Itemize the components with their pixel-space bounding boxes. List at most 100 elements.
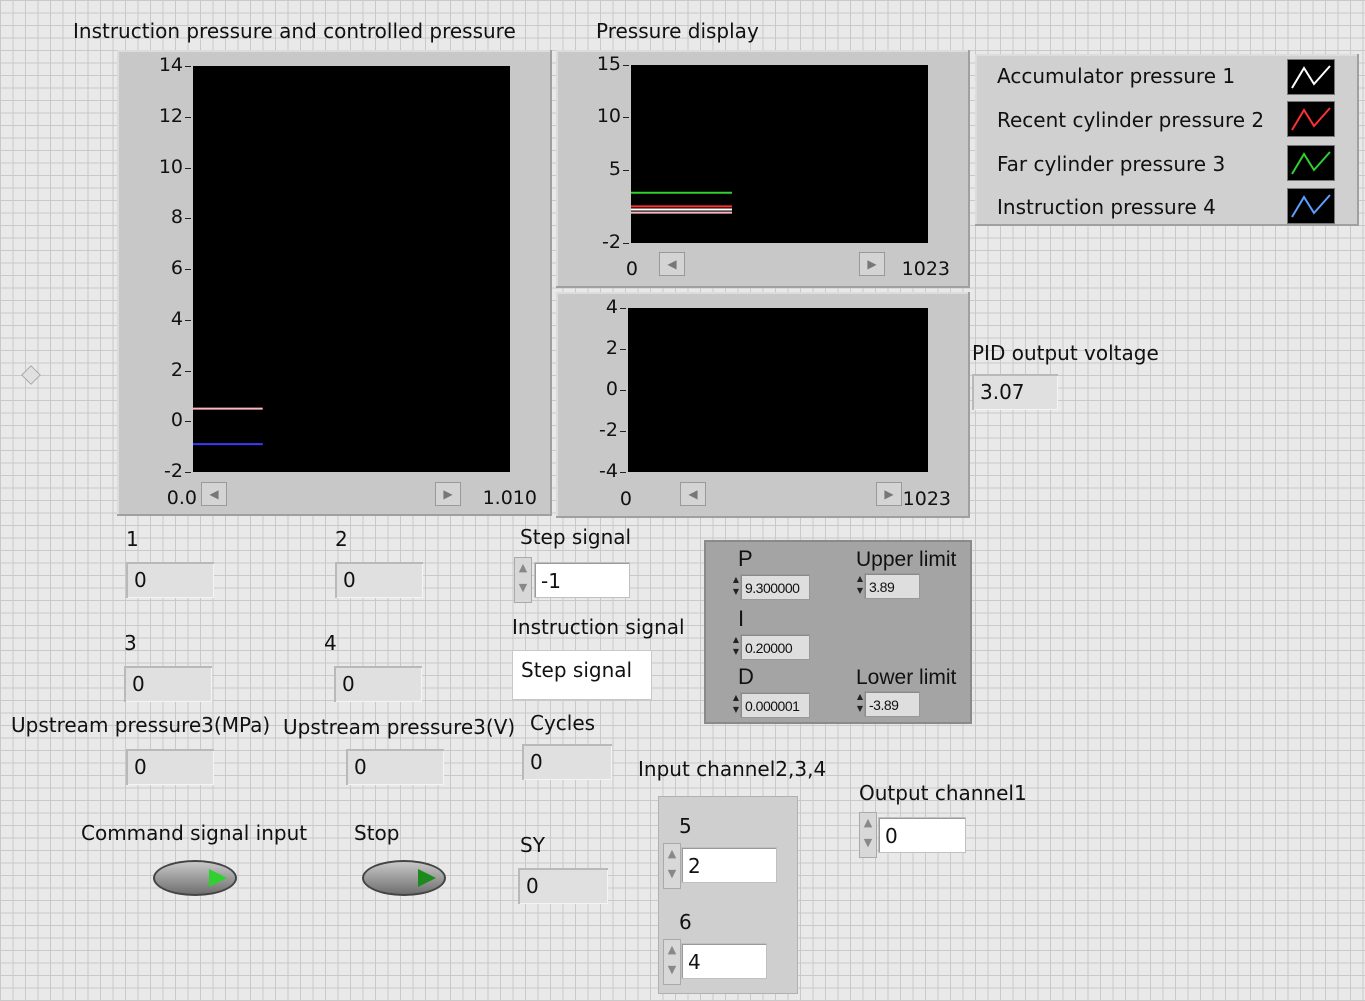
- pid-d-label: D: [738, 664, 754, 689]
- indicator-3: 0: [124, 666, 212, 702]
- pid-lower-spinner-icon[interactable]: ▲ ▼: [856, 691, 864, 717]
- left-chart-xmin: 0.0: [166, 487, 197, 509]
- pid-parameter-cluster: P ▲ ▼ 9.300000 I ▲ ▼ 0.20000 D ▲ ▼ 0.000001…: [704, 540, 972, 724]
- rt-scroll-left-icon[interactable]: ◀: [659, 252, 685, 276]
- y-tick-label: 4: [170, 307, 183, 330]
- cycles-indicator: 0: [522, 744, 612, 780]
- right-bottom-chart-svg: [628, 308, 928, 472]
- step-signal-spinner-icon[interactable]: ▲ ▼: [514, 557, 532, 603]
- pid-d-spinner-icon[interactable]: ▲ ▼: [732, 692, 740, 718]
- input-channel-label: Input channel2,3,4: [638, 757, 827, 781]
- input-channel-5-spinner-icon[interactable]: ▲ ▼: [663, 843, 681, 889]
- indicator-1-label: 1: [126, 527, 139, 551]
- y-tick-mark: [620, 390, 626, 391]
- sy-indicator: 0: [518, 868, 608, 904]
- step-signal-label: Step signal: [520, 525, 632, 549]
- y-tick-mark: [623, 169, 629, 171]
- pid-upper-limit-input[interactable]: 3.89: [864, 573, 920, 599]
- pid-p-input[interactable]: 9.300000: [740, 574, 810, 600]
- pid-upper-limit-label: Upper limit: [856, 548, 957, 571]
- input-channel-6-input[interactable]: 4: [681, 943, 767, 979]
- output-channel-label: Output channel1: [859, 781, 1027, 805]
- right-top-chart-panel: 15 10 5 -2 0 1023 ◀ ▶: [556, 50, 970, 288]
- play-arrow-icon: [209, 869, 227, 887]
- pid-upper-spinner-icon[interactable]: ▲ ▼: [856, 573, 864, 599]
- pid-d-input[interactable]: 0.000001: [740, 692, 810, 718]
- input-channel-6-spinner-icon[interactable]: ▲ ▼: [663, 939, 681, 985]
- rt-scroll-right-icon[interactable]: ▶: [859, 252, 885, 276]
- left-chart-plot: [193, 66, 510, 472]
- upstream-mpa-indicator: 0: [126, 749, 214, 785]
- left-scroll-right-icon[interactable]: ▶: [435, 482, 461, 506]
- y-tick-mark: [185, 66, 191, 67]
- input-channel-5-label: 5: [679, 814, 692, 838]
- right-top-chart-svg: [631, 191, 732, 214]
- upstream-mpa-label: Upstream pressure3(MPa): [11, 713, 271, 737]
- legend-line-icon[interactable]: [1287, 101, 1335, 137]
- pressure-display-title: Pressure display: [596, 19, 759, 43]
- legend-label: Accumulator pressure 1: [997, 64, 1236, 88]
- right-bottom-chart-panel: 4 2 0 -2 -4 0 1023 ◀ ▶: [556, 292, 970, 518]
- y-tick-mark: [185, 269, 191, 270]
- indicator-4: 0: [334, 666, 422, 702]
- y-tick-mark: [185, 421, 191, 423]
- step-signal-input[interactable]: -1: [534, 562, 630, 598]
- pid-p-spinner-icon[interactable]: ▲ ▼: [732, 574, 740, 600]
- y-tick-mark: [620, 349, 626, 350]
- rb-scroll-right-icon[interactable]: ▶: [876, 482, 902, 506]
- right-top-chart-xmax: 1023: [901, 258, 950, 280]
- y-tick-mark: [623, 117, 629, 119]
- y-tick-mark: [620, 308, 626, 309]
- y-tick-label: 0: [605, 378, 618, 400]
- output-channel-spinner-icon[interactable]: ▲ ▼: [859, 812, 877, 858]
- legend-line-icon[interactable]: [1287, 59, 1335, 95]
- pid-i-label: I: [738, 606, 745, 631]
- pid-output-indicator: 3.07: [972, 374, 1058, 410]
- right-top-chart-plot: [631, 65, 928, 243]
- right-bottom-chart-plot: [628, 308, 928, 472]
- y-tick-mark: [185, 370, 191, 372]
- input-channel-cluster: 5 ▲ ▼ 2 6 ▲ ▼ 4: [658, 796, 798, 994]
- y-tick-mark: [185, 167, 191, 169]
- plot-legend: Accumulator pressure 1 Recent cylinder p…: [975, 54, 1359, 226]
- y-tick-mark: [185, 218, 191, 220]
- pid-output-label: PID output voltage: [972, 341, 1159, 365]
- instruction-signal-label: Instruction signal: [512, 615, 685, 639]
- legend-line-icon[interactable]: [1287, 145, 1335, 181]
- stop-button[interactable]: [362, 860, 446, 896]
- pid-i-spinner-icon[interactable]: ▲ ▼: [732, 634, 740, 660]
- right-bottom-chart-xmin: 0: [619, 488, 632, 510]
- y-tick-label: 8: [170, 206, 183, 229]
- command-signal-button[interactable]: [153, 860, 237, 896]
- pid-i-input[interactable]: 0.20000: [740, 634, 810, 660]
- command-signal-label: Command signal input: [81, 821, 308, 845]
- y-tick-label: 2: [170, 358, 183, 381]
- indicator-2: 0: [335, 562, 423, 598]
- input-channel-5-input[interactable]: 2: [681, 847, 777, 883]
- legend-line-icon[interactable]: [1287, 188, 1335, 224]
- input-channel-6-label: 6: [679, 910, 692, 934]
- output-channel-input[interactable]: 0: [878, 817, 966, 853]
- right-top-chart-xmin: 0: [625, 258, 638, 280]
- left-chart-title: Instruction pressure and controlled pres…: [73, 19, 516, 43]
- pid-lower-limit-input[interactable]: -3.89: [864, 691, 920, 717]
- y-tick-label: -4: [599, 460, 618, 482]
- rb-scroll-left-icon[interactable]: ◀: [680, 482, 706, 506]
- y-tick-mark: [623, 65, 629, 66]
- y-tick-label: 14: [158, 54, 183, 76]
- legend-label: Recent cylinder pressure 2: [997, 108, 1265, 132]
- instruction-signal-select[interactable]: Step signal: [512, 650, 652, 700]
- legend-label: Far cylinder pressure 3: [997, 152, 1226, 176]
- instruction-signal-value: Step signal: [521, 658, 633, 682]
- y-tick-label: 10: [596, 105, 621, 128]
- y-tick-mark: [620, 472, 626, 473]
- legend-label: Instruction pressure 4: [997, 195, 1216, 219]
- stop-label: Stop: [354, 821, 400, 845]
- y-tick-mark: [623, 243, 629, 244]
- diamond-marker-icon: [21, 365, 41, 385]
- y-tick-label: 6: [170, 257, 183, 279]
- left-scroll-left-icon[interactable]: ◀: [201, 482, 227, 506]
- y-tick-mark: [620, 431, 626, 432]
- cycles-label: Cycles: [530, 711, 596, 735]
- y-tick-label: 15: [596, 53, 621, 75]
